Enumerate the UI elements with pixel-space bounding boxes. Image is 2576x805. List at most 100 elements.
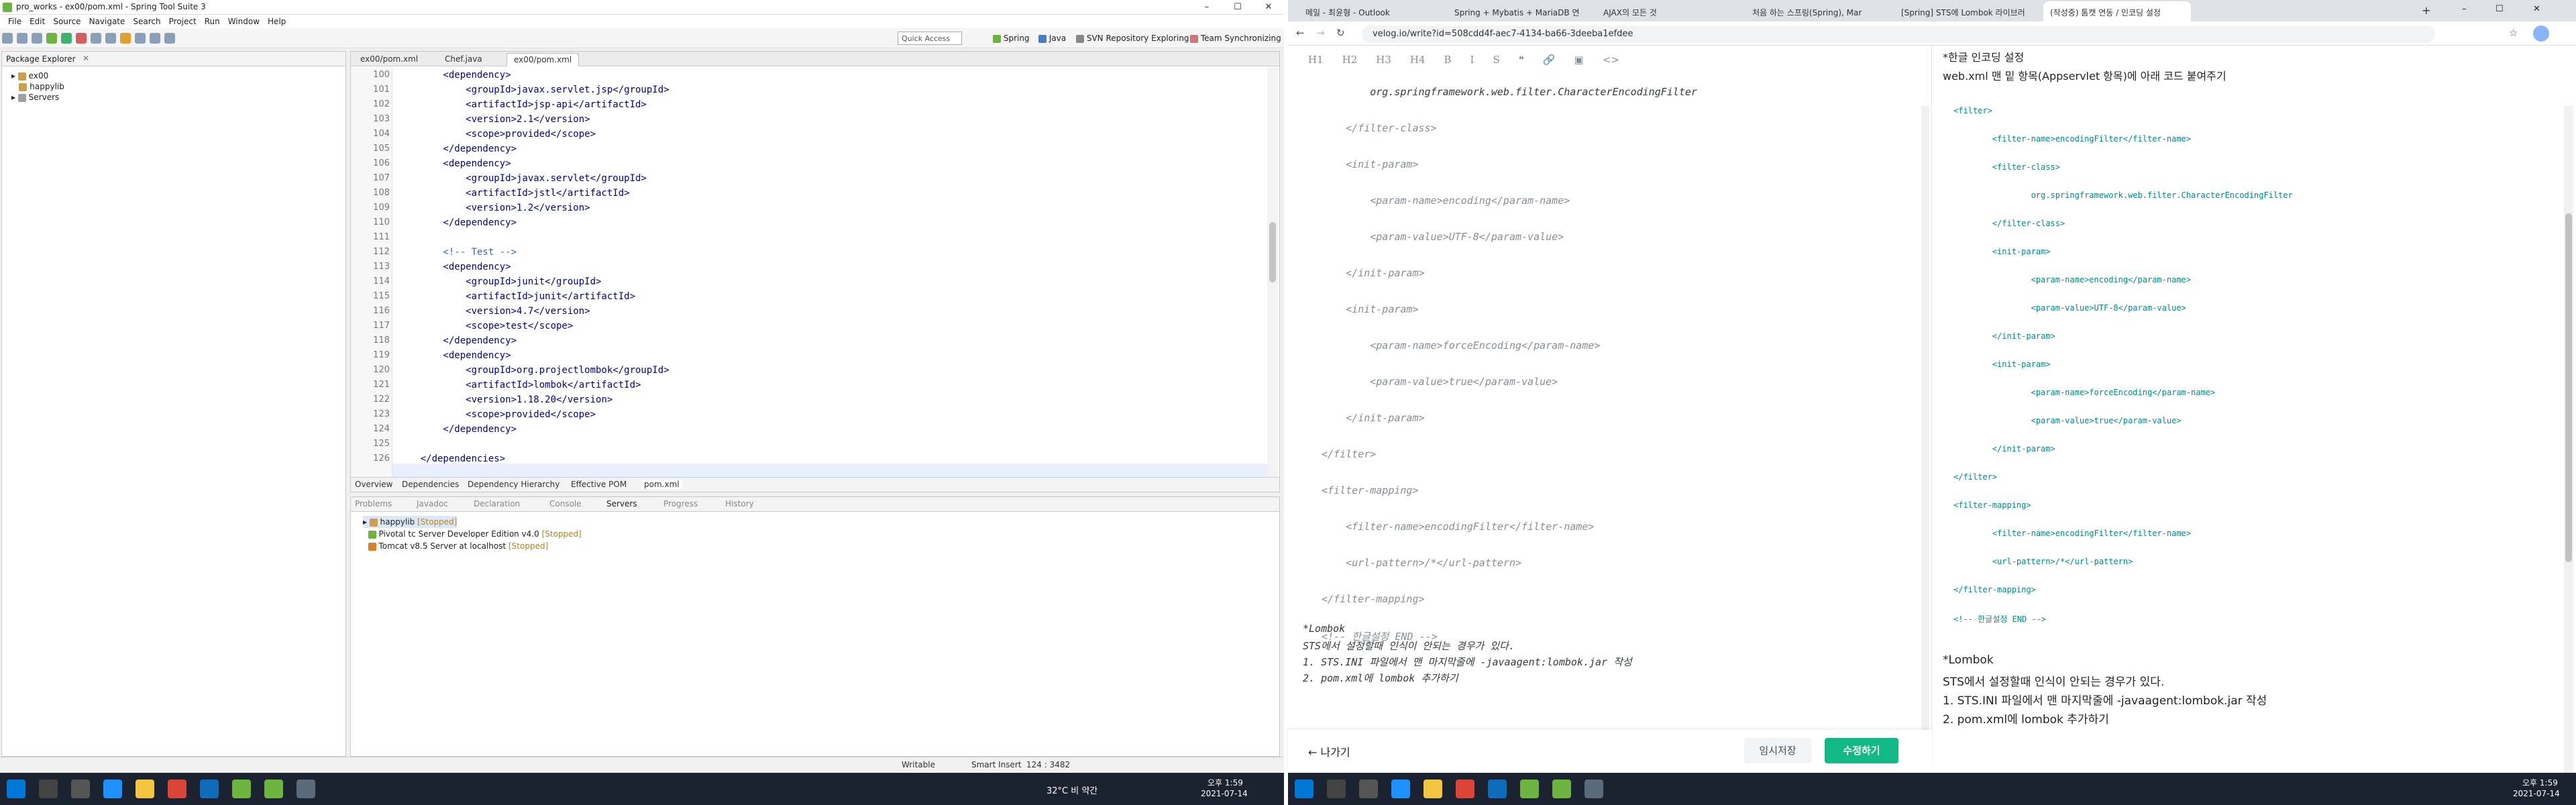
app-icon[interactable]: [1585, 780, 1603, 798]
start-icon[interactable]: [7, 780, 25, 798]
browser-tab[interactable]: (작성중) 톰캣 연동 / 인코딩 설정: [2043, 1, 2191, 21]
back-icon[interactable]: ←: [1296, 27, 1305, 39]
perspective-team[interactable]: Team Synchronizing: [1190, 32, 1281, 44]
editor-scrollbar[interactable]: [1267, 68, 1278, 477]
tree-item-servers[interactable]: ▸ Servers: [11, 92, 59, 103]
menu-item-6[interactable]: Run: [205, 15, 220, 28]
scroll-thumb[interactable]: [1269, 222, 1276, 282]
store-icon[interactable]: [1488, 780, 1507, 798]
pom-editor-tab[interactable]: Effective POM: [571, 480, 627, 489]
toolbar-button-9[interactable]: ▣: [1574, 54, 1584, 66]
server-row[interactable]: ▸ happylib [Stopped]: [363, 516, 458, 528]
debug-icon[interactable]: [76, 33, 87, 44]
chrome-icon[interactable]: [168, 780, 186, 798]
file-explorer-icon[interactable]: [1424, 780, 1442, 798]
pom-editor-tab[interactable]: Overview: [355, 480, 393, 489]
toolbar-button-10[interactable]: <>: [1603, 54, 1619, 66]
store-icon[interactable]: [200, 780, 219, 798]
pom-editor-tab[interactable]: pom.xml: [641, 480, 682, 489]
view-tab[interactable]: Servers: [606, 499, 637, 508]
reload-icon[interactable]: ↻: [1336, 27, 1345, 39]
menu-item-8[interactable]: Help: [268, 15, 286, 28]
perspective-svn[interactable]: SVN Repository Exploring: [1076, 32, 1189, 44]
forward-icon[interactable]: →: [1316, 27, 1325, 39]
clock-date[interactable]: 2021-07-14: [2513, 789, 2560, 798]
external-tools-icon[interactable]: [91, 33, 101, 44]
view-tab[interactable]: Progress: [663, 499, 698, 508]
publish-button[interactable]: 수정하기: [1825, 738, 1898, 763]
start-icon[interactable]: [1295, 780, 1313, 798]
forward-icon[interactable]: [164, 33, 175, 44]
pom-editor-tab[interactable]: Dependency Hierarchy: [468, 480, 559, 489]
close-icon[interactable]: ✕: [83, 54, 89, 63]
weather-widget[interactable]: 32°C 비 약간: [1046, 784, 1097, 796]
pom-editor-tab[interactable]: Dependencies: [402, 480, 459, 489]
search-icon[interactable]: [120, 33, 131, 44]
browser-tab[interactable]: 메일 - 최윤형 - Outlook: [1299, 1, 1446, 21]
menu-item-4[interactable]: Search: [133, 15, 160, 28]
save-draft-button[interactable]: 임시저장: [1744, 738, 1811, 763]
toolbar-button-8[interactable]: 🔗: [1543, 54, 1556, 66]
sts-icon-2[interactable]: [1552, 780, 1571, 798]
browser-tab[interactable]: Spring + Mybatis + MariaDB 연: [1448, 1, 1595, 21]
view-tab[interactable]: Console: [549, 499, 582, 508]
editor-tab[interactable]: Chef.java: [438, 53, 489, 66]
editor-tab-active[interactable]: ex00/pom.xml: [506, 53, 580, 66]
maximize-button[interactable]: ☐: [1222, 0, 1253, 15]
open-type-icon[interactable]: [105, 33, 116, 44]
task-view-icon[interactable]: [71, 780, 90, 798]
perspective-spring[interactable]: Spring: [993, 32, 1030, 44]
menu-item-3[interactable]: Navigate: [89, 15, 125, 28]
save-icon[interactable]: [17, 33, 28, 44]
server-row[interactable]: Pivotal tc Server Developer Edition v4.0…: [363, 528, 582, 540]
toolbar-button-6[interactable]: S: [1493, 54, 1499, 66]
menu-item-2[interactable]: Source: [53, 15, 80, 28]
browser-tab[interactable]: 처음 하는 스프링(Spring), Mar: [1746, 1, 1893, 21]
view-tab[interactable]: Javadoc: [417, 499, 448, 508]
editor-tab[interactable]: ex00/pom.xml: [354, 53, 425, 66]
search-icon[interactable]: [39, 780, 58, 798]
toolbar-button-7[interactable]: ❝: [1519, 54, 1524, 66]
spring-icon[interactable]: [46, 33, 57, 44]
editor-scrollbar[interactable]: [1921, 106, 1929, 781]
minimize-button[interactable]: –: [2462, 4, 2467, 14]
menu-item-0[interactable]: File: [8, 15, 21, 28]
menu-item-7[interactable]: Window: [228, 15, 260, 28]
menu-item-5[interactable]: Project: [169, 15, 197, 28]
chrome-icon[interactable]: [1456, 780, 1474, 798]
view-tab[interactable]: Problems: [355, 499, 392, 508]
view-tab[interactable]: Declaration: [474, 499, 520, 508]
package-explorer-tab[interactable]: Package Explorer ✕: [2, 52, 345, 66]
server-row[interactable]: Tomcat v8.5 Server at localhost [Stopped…: [363, 540, 548, 552]
annotation-icon[interactable]: [135, 33, 146, 44]
toolbar-button-3[interactable]: H4: [1410, 54, 1426, 66]
browser-tab[interactable]: [Spring] STS에 Lombok 라이브러: [1894, 1, 2042, 21]
tree-item-ex00[interactable]: ▸ ex00: [11, 70, 48, 81]
code-text-area[interactable]: <dependency> <groupId>javax.servlet.jsp<…: [351, 68, 1270, 477]
clock-date[interactable]: 2021-07-14: [1201, 789, 1248, 798]
toolbar-button-4[interactable]: B: [1444, 54, 1452, 66]
toolbar-button-5[interactable]: I: [1470, 54, 1474, 66]
browser-tab[interactable]: AJAX의 모든 것: [1597, 1, 1744, 21]
sts-icon[interactable]: [1520, 780, 1539, 798]
scroll-thumb[interactable]: [2565, 213, 2572, 562]
toolbar-button-2[interactable]: H3: [1376, 54, 1391, 66]
new-tab-button[interactable]: +: [2422, 4, 2430, 17]
search-icon[interactable]: [1327, 780, 1346, 798]
clock-time[interactable]: 오후 1:59: [2522, 777, 2558, 788]
clock-time[interactable]: 오후 1:59: [1208, 777, 1243, 788]
run-icon[interactable]: [61, 33, 72, 44]
new-icon[interactable]: [2, 33, 13, 44]
markdown-editor[interactable]: org.springframework.web.filter.Character…: [1288, 86, 1927, 690]
back-icon[interactable]: [150, 33, 160, 44]
avatar[interactable]: [2533, 25, 2549, 42]
edge-icon[interactable]: [103, 780, 122, 798]
close-button[interactable]: ✕: [2533, 4, 2540, 14]
toolbar-button-0[interactable]: H1: [1308, 54, 1324, 66]
bookmark-star-icon[interactable]: ☆: [2509, 27, 2518, 39]
url-input[interactable]: velog.io/write?id=508cdd4f-aec7-4134-ba6…: [1362, 25, 2435, 43]
app-icon[interactable]: [297, 780, 315, 798]
file-explorer-icon[interactable]: [136, 780, 154, 798]
menu-item-1[interactable]: Edit: [30, 15, 45, 28]
maximize-button[interactable]: ☐: [2496, 4, 2504, 14]
